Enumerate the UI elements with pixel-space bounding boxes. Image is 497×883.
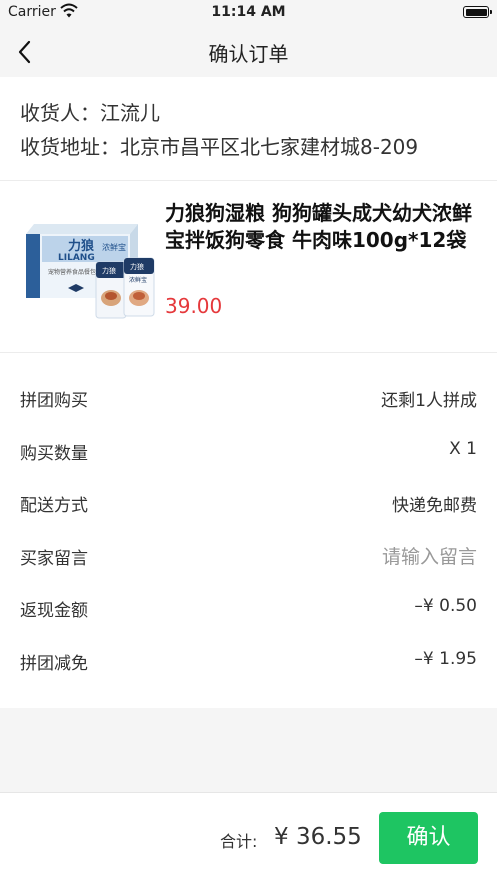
message-label: 买家留言 (20, 548, 88, 569)
navigation-bar: 确认订单 (0, 26, 497, 77)
receiver-row: 收货人：江流儿 (20, 97, 477, 129)
cashback-label: 返现金额 (20, 601, 88, 621)
box-line-text: 宠物营养食品餐包 (48, 268, 96, 276)
address-row: 收货地址：北京市昌平区北七家建材城8-209 (20, 131, 477, 163)
shipping-address[interactable]: 收货人：江流儿 收货地址：北京市昌平区北七家建材城8-209 (0, 77, 497, 181)
box-sub-text: 浓鲜宝 (102, 242, 126, 252)
pouch-sub-text: 浓鲜宝 (129, 276, 147, 284)
status-bar: Carrier 11:14 AM (0, 0, 497, 26)
cashback-row: 返现金额 –¥ 0.50 (0, 582, 497, 635)
checkout-bar: 合计: ¥ 36.55 确认 (0, 792, 497, 883)
quantity-label: 购买数量 (20, 443, 88, 464)
group-discount-label: 拼团减免 (20, 653, 88, 674)
total-label: 合计: (220, 832, 258, 851)
total-amount: ¥ 36.55 (274, 824, 362, 850)
box-brand-text: 力狼 (68, 238, 95, 254)
quantity-value: X 1 (449, 438, 477, 459)
cashback-value: –¥ 0.50 (414, 596, 477, 616)
battery-icon (463, 6, 492, 18)
message-input[interactable]: 请输入留言 (382, 542, 477, 569)
delivery-row: 配送方式 快递免邮费 (0, 477, 497, 530)
clock: 11:14 AM (211, 4, 286, 20)
page-title: 确认订单 (208, 42, 289, 66)
product-price: 39.00 (165, 294, 223, 318)
address-label: 收货地址： (20, 135, 120, 159)
group-buy-label: 拼团购买 (20, 391, 88, 411)
group-buy-value: 还剩1人拼成 (381, 391, 477, 411)
spacer (0, 708, 497, 792)
delivery-label: 配送方式 (20, 496, 88, 516)
quantity-row: 购买数量 X 1 (0, 425, 497, 478)
address-value: 北京市昌平区北七家建材城8-209 (120, 135, 419, 159)
confirm-button[interactable]: 确认 (379, 812, 478, 864)
order-details: 拼团购买 还剩1人拼成 购买数量 X 1 配送方式 快递免邮费 买家留言 请输入… (0, 353, 497, 708)
product-name: 力狼狗湿粮 狗狗罐头成犬幼犬浓鲜宝拌饭狗零食 牛肉味100g*12袋 (165, 201, 472, 252)
box-brand-en-text: LILANG (58, 253, 95, 263)
product-card[interactable]: 力狼 LILANG 浓鲜宝 宠物营养食品餐包 力狼 力狼 浓鲜宝 力狼狗湿粮 狗… (0, 182, 497, 353)
pouch-brand-text-1: 力狼 (102, 266, 116, 275)
product-image: 力狼 LILANG 浓鲜宝 宠物营养食品餐包 力狼 力狼 浓鲜宝 (20, 210, 160, 322)
group-discount-value: –¥ 1.95 (414, 648, 477, 669)
receiver-label: 收货人： (20, 101, 100, 125)
pouch-brand-text-2: 力狼 (130, 262, 144, 271)
delivery-value: 快递免邮费 (392, 496, 477, 516)
group-discount-row: 拼团减免 –¥ 1.95 (0, 635, 497, 688)
receiver-name: 江流儿 (100, 101, 160, 125)
message-row: 买家留言 请输入留言 (0, 530, 497, 583)
group-buy-row: 拼团购买 还剩1人拼成 (0, 372, 497, 425)
